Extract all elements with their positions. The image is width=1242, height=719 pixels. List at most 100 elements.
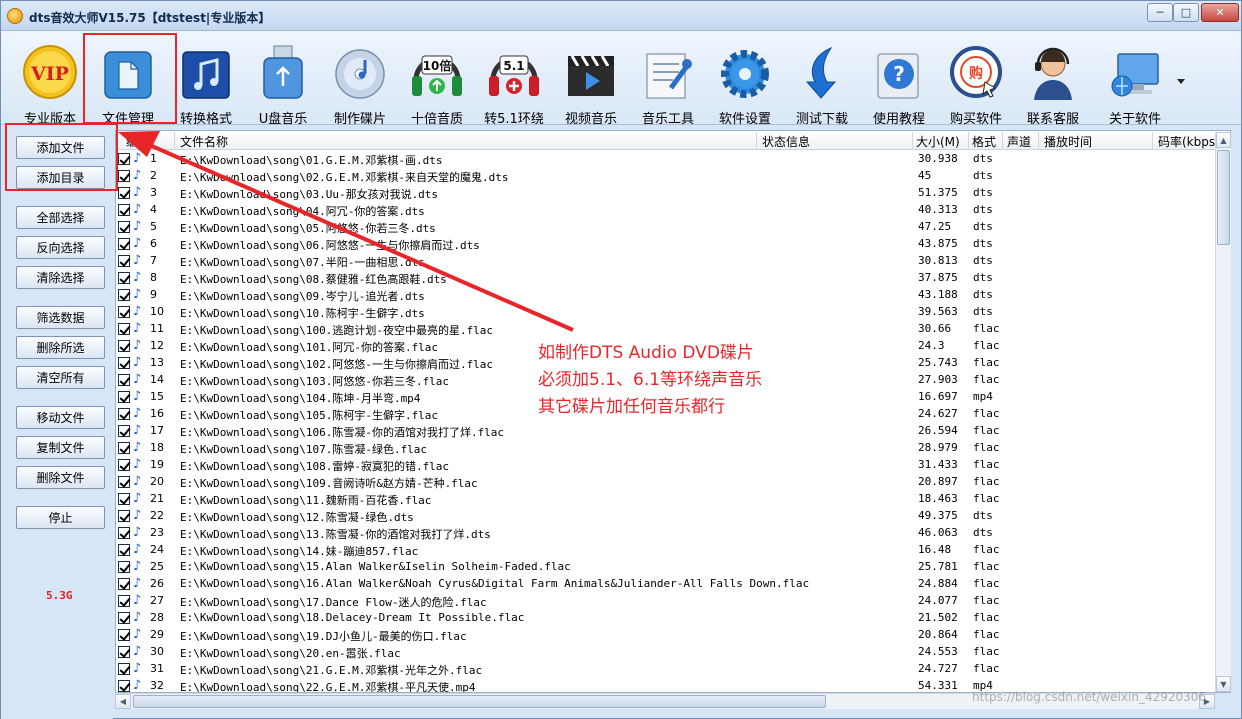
toolbar-to-51-surround[interactable]: 5.1 转5.1环绕 <box>475 34 553 127</box>
select-all-button[interactable]: 全部选择 <box>16 206 105 229</box>
table-row[interactable]: ♪ 27 E:\KwDownload\song\17.Dance Flow-迷人的危… <box>116 593 1216 610</box>
row-checkbox[interactable] <box>118 153 130 165</box>
column-header-channels[interactable]: 声道 <box>1007 133 1031 150</box>
move-files-button[interactable]: 移动文件 <box>16 406 105 429</box>
row-checkbox[interactable] <box>118 527 130 539</box>
row-checkbox[interactable] <box>118 391 130 403</box>
table-row[interactable]: ♪ 28 E:\KwDownload\song\18.Delacey-Dream I… <box>116 610 1216 627</box>
row-checkbox[interactable] <box>118 289 130 301</box>
column-divider[interactable] <box>968 132 969 149</box>
toolbar-music-tools[interactable]: 音乐工具 <box>629 34 707 127</box>
column-divider[interactable] <box>912 132 913 149</box>
row-checkbox[interactable] <box>118 408 130 420</box>
stop-button[interactable]: 停止 <box>16 506 105 529</box>
table-row[interactable]: ♪ 7 E:\KwDownload\song\07.半阳-一曲相思.dts 30.81… <box>116 253 1216 270</box>
table-row[interactable]: ♪ 4 E:\KwDownload\song\04.阿冗-你的答案.dts 40.31… <box>116 202 1216 219</box>
toolbar-usb-music[interactable]: U盘音乐 <box>244 34 322 127</box>
row-checkbox[interactable] <box>118 374 130 386</box>
toolbar-convert-format[interactable]: 转换格式 <box>167 34 245 127</box>
table-row[interactable]: ♪ 6 E:\KwDownload\song\06.阿悠悠-一生与你擦肩而过.dts… <box>116 236 1216 253</box>
toolbar-software-settings[interactable]: 软件设置 <box>706 34 784 127</box>
table-row[interactable]: ♪ 22 E:\KwDownload\song\12.陈雪凝-绿色.dts 49.37… <box>116 508 1216 525</box>
row-checkbox[interactable] <box>118 680 130 692</box>
table-row[interactable]: ♪ 24 E:\KwDownload\song\14.妹-蹦迪857.flac 16.… <box>116 542 1216 559</box>
toolbar-overflow-chevron-icon[interactable] <box>1177 79 1185 84</box>
row-checkbox[interactable] <box>118 255 130 267</box>
clear-selection-button[interactable]: 清除选择 <box>16 266 105 289</box>
column-divider[interactable] <box>1152 132 1153 149</box>
table-row[interactable]: ♪ 8 E:\KwDownload\song\08.蔡健雅-红色高跟鞋.dts 37.… <box>116 270 1216 287</box>
row-checkbox[interactable] <box>118 187 130 199</box>
table-row[interactable]: ♪ 29 E:\KwDownload\song\19.DJ小鱼儿-最美的伤口.fla… <box>116 627 1216 644</box>
row-checkbox[interactable] <box>118 306 130 318</box>
row-checkbox[interactable] <box>118 357 130 369</box>
toolbar-video-music[interactable]: 视频音乐 <box>552 34 630 127</box>
table-row[interactable]: ♪ 25 E:\KwDownload\song\15.Alan Walker&Ise… <box>116 559 1216 576</box>
column-header-bitrate[interactable]: 码率(kbps <box>1158 133 1215 150</box>
delete-selected-button[interactable]: 删除所选 <box>16 336 105 359</box>
filter-data-button[interactable]: 筛选数据 <box>16 306 105 329</box>
table-row[interactable]: ♪ 10 E:\KwDownload\song\10.陈柯宇-生僻字.dts 39.5… <box>116 304 1216 321</box>
table-row[interactable]: ♪ 1 E:\KwDownload\song\01.G.E.M.邓紫棋-画.dts 3… <box>116 151 1216 168</box>
column-header-name[interactable]: 文件名称 <box>180 133 228 150</box>
scroll-left-button[interactable]: ◀ <box>115 694 131 709</box>
row-checkbox[interactable] <box>118 459 130 471</box>
table-row[interactable]: ♪ 31 E:\KwDownload\song\21.G.E.M.邓紫棋-光年之外.… <box>116 661 1216 678</box>
table-row[interactable]: ♪ 9 E:\KwDownload\song\09.岑宁儿-追光者.dts 43.18… <box>116 287 1216 304</box>
row-checkbox[interactable] <box>118 272 130 284</box>
horizontal-scroll-thumb[interactable] <box>133 695 826 708</box>
column-header-format[interactable]: 格式 <box>972 133 996 150</box>
vertical-scroll-thumb[interactable] <box>1217 150 1230 245</box>
toolbar-buy-software[interactable]: 购 购买软件 <box>937 34 1015 127</box>
row-checkbox[interactable] <box>118 204 130 216</box>
column-divider[interactable] <box>174 132 175 149</box>
column-header-size[interactable]: 大小(M) <box>916 133 960 150</box>
column-divider[interactable] <box>1002 132 1003 149</box>
row-checkbox[interactable] <box>118 612 130 624</box>
row-checkbox[interactable] <box>118 170 130 182</box>
table-row[interactable]: ♪ 3 E:\KwDownload\song\03.Uu-那女孩对我说.dts 51.… <box>116 185 1216 202</box>
vertical-scrollbar[interactable]: ▲ ▼ <box>1215 132 1231 692</box>
row-checkbox[interactable] <box>118 340 130 352</box>
table-row[interactable]: ♪ 26 E:\KwDownload\song\16.Alan Walker&Noa… <box>116 576 1216 593</box>
row-checkbox[interactable] <box>118 221 130 233</box>
scroll-down-button[interactable]: ▼ <box>1216 676 1231 692</box>
column-header-index[interactable]: 编号 <box>126 133 150 150</box>
row-checkbox[interactable] <box>118 323 130 335</box>
delete-files-button[interactable]: 删除文件 <box>16 466 105 489</box>
toolbar-make-disc[interactable]: 制作碟片 <box>321 34 399 127</box>
column-divider[interactable] <box>756 132 757 149</box>
minimize-button[interactable]: ─ <box>1147 3 1173 22</box>
column-header-duration[interactable]: 播放时间 <box>1044 133 1092 150</box>
column-header-status[interactable]: 状态信息 <box>762 133 810 150</box>
row-checkbox[interactable] <box>118 578 130 590</box>
row-checkbox[interactable] <box>118 629 130 641</box>
table-row[interactable]: ♪ 5 E:\KwDownload\song\05.阿悠悠-你若三冬.dts 47.2… <box>116 219 1216 236</box>
row-checkbox[interactable] <box>118 238 130 250</box>
table-row[interactable]: ♪ 21 E:\KwDownload\song\11.魏新雨-百花香.flac 18.… <box>116 491 1216 508</box>
row-checkbox[interactable] <box>118 510 130 522</box>
toolbar-ten-x-quality[interactable]: 10倍 十倍音质 <box>398 34 476 127</box>
table-row[interactable]: ♪ 11 E:\KwDownload\song\100.逃跑计划-夜空中最亮的星.f… <box>116 321 1216 338</box>
toolbar-about-software[interactable]: 关于软件 <box>1096 34 1174 127</box>
table-row[interactable]: ♪ 18 E:\KwDownload\song\107.陈雪凝-绿色.flac 28.… <box>116 440 1216 457</box>
table-row[interactable]: ♪ 2 E:\KwDownload\song\02.G.E.M.邓紫棋-来自天堂的魔… <box>116 168 1216 185</box>
row-checkbox[interactable] <box>118 425 130 437</box>
row-checkbox[interactable] <box>118 476 130 488</box>
row-checkbox[interactable] <box>118 442 130 454</box>
invert-selection-button[interactable]: 反向选择 <box>16 236 105 259</box>
table-row[interactable]: ♪ 20 E:\KwDownload\song\109.音阙诗听&赵方婧-芒种.fl… <box>116 474 1216 491</box>
toolbar-pro-version[interactable]: VIP 专业版本 <box>11 34 89 127</box>
close-button[interactable]: ✕ <box>1201 3 1239 22</box>
table-row[interactable]: ♪ 23 E:\KwDownload\song\13.陈雪凝-你的酒馆对我打了烊.d… <box>116 525 1216 542</box>
toolbar-tutorial[interactable]: ? 使用教程 <box>860 34 938 127</box>
maximize-button[interactable]: □ <box>1173 3 1199 22</box>
clear-all-button[interactable]: 清空所有 <box>16 366 105 389</box>
copy-files-button[interactable]: 复制文件 <box>16 436 105 459</box>
row-checkbox[interactable] <box>118 595 130 607</box>
scroll-up-button[interactable]: ▲ <box>1216 132 1231 148</box>
row-checkbox[interactable] <box>118 561 130 573</box>
table-row[interactable]: ♪ 19 E:\KwDownload\song\108.雷婷-寂寞犯的错.flac 3… <box>116 457 1216 474</box>
toolbar-contact-support[interactable]: 联系客服 <box>1014 34 1092 127</box>
column-divider[interactable] <box>1038 132 1039 149</box>
